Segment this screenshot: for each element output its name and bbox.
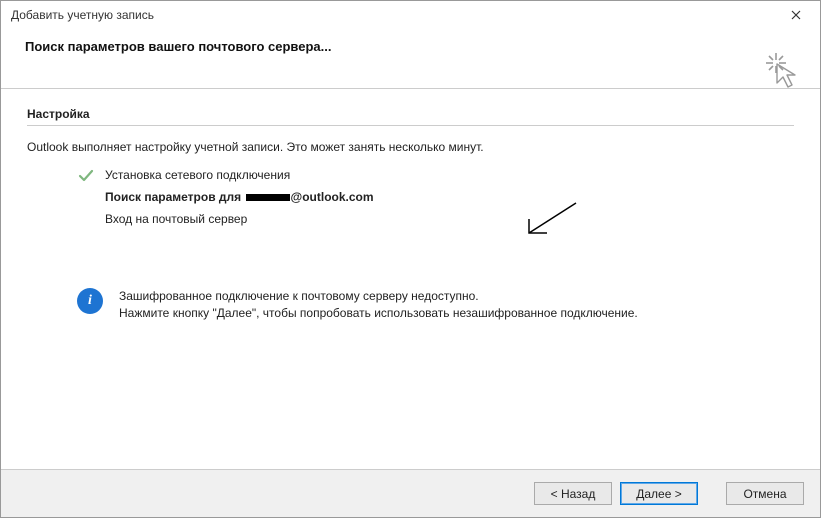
close-button[interactable] [780, 4, 812, 26]
titlebar: Добавить учетную запись [1, 1, 820, 29]
setup-steps: Установка сетевого подключения Поиск пар… [27, 168, 794, 228]
step-login: Вход на почтовый сервер [77, 212, 794, 228]
dialog-header: Поиск параметров вашего почтового сервер… [1, 29, 820, 89]
intro-text: Outlook выполняет настройку учетной запи… [27, 140, 794, 154]
next-button[interactable]: Далее > [620, 482, 698, 505]
redacted-username [246, 194, 290, 201]
divider [27, 125, 794, 126]
search-prefix: Поиск параметров для [105, 190, 241, 204]
search-domain: @outlook.com [291, 190, 374, 204]
close-icon [791, 10, 801, 20]
busy-cursor-icon [762, 49, 802, 89]
dialog-content: Настройка Outlook выполняет настройку уч… [1, 89, 820, 469]
step-icon-empty [77, 190, 95, 206]
step-search: Поиск параметров для @outlook.com [77, 190, 794, 206]
section-title: Настройка [27, 107, 794, 121]
info-line2: Нажмите кнопку "Далее", чтобы попробоват… [119, 305, 638, 322]
checkmark-icon [77, 168, 95, 184]
dialog-footer: < Назад Далее > Отмена [1, 469, 820, 517]
back-button[interactable]: < Назад [534, 482, 612, 505]
step-network: Установка сетевого подключения [77, 168, 794, 184]
step-label: Установка сетевого подключения [105, 168, 290, 182]
annotation-arrow-icon [521, 199, 581, 239]
add-account-dialog: Добавить учетную запись Поиск параметров… [0, 0, 821, 518]
step-label: Вход на почтовый сервер [105, 212, 247, 226]
info-message: i Зашифрованное подключение к почтовому … [27, 288, 794, 322]
info-text: Зашифрованное подключение к почтовому се… [119, 288, 638, 322]
window-title: Добавить учетную запись [11, 8, 780, 22]
step-icon-empty [77, 212, 95, 228]
info-line1: Зашифрованное подключение к почтовому се… [119, 288, 638, 305]
info-icon: i [77, 288, 103, 314]
header-heading: Поиск параметров вашего почтового сервер… [25, 39, 796, 54]
cancel-button[interactable]: Отмена [726, 482, 804, 505]
step-label: Поиск параметров для @outlook.com [105, 190, 374, 204]
